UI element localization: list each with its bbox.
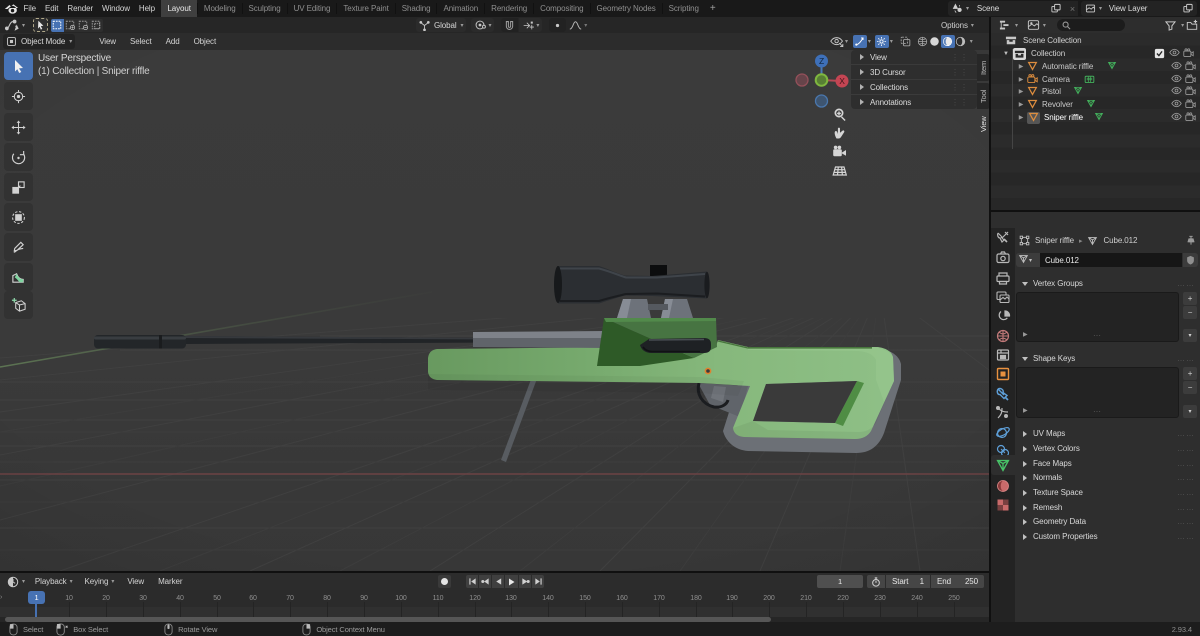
svg-text:Z: Z xyxy=(819,56,824,66)
svg-text:X: X xyxy=(839,76,845,86)
